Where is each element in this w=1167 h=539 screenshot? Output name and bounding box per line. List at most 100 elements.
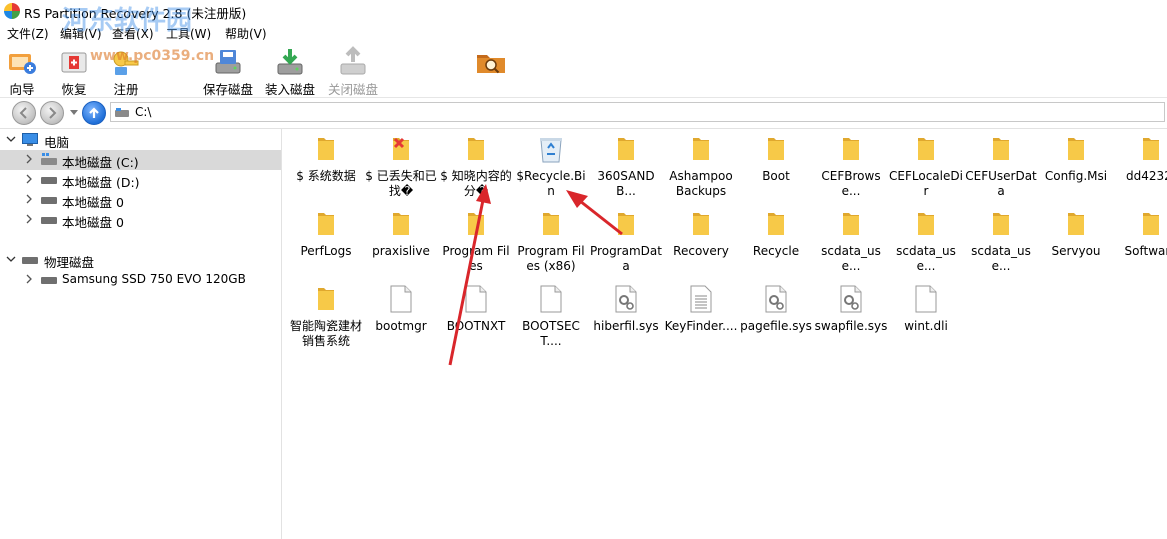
file-item[interactable]: scdata_use...	[964, 206, 1038, 274]
file-item[interactable]: $Recycle.Bin	[514, 131, 588, 199]
tree-item-computer[interactable]: 电脑	[0, 130, 281, 150]
tree-item-physical[interactable]: 物理磁盘	[0, 250, 281, 270]
chevron-right-icon[interactable]	[24, 154, 34, 164]
file-item[interactable]: scdata_use...	[889, 206, 963, 274]
file-item[interactable]: Boot	[739, 131, 813, 184]
tree-item-local-c[interactable]: 本地磁盘 (C:)	[0, 150, 281, 170]
tree-item-local-0b[interactable]: 本地磁盘 0	[0, 210, 281, 230]
file-item[interactable]: swapfile.sys	[814, 281, 888, 334]
file-item[interactable]: Recovery	[664, 206, 738, 259]
file-item[interactable]: bootmgr	[364, 281, 438, 334]
address-bar: C:\	[0, 98, 1167, 129]
chevron-down-icon[interactable]	[6, 254, 16, 264]
menu-help[interactable]: 帮助(V)	[225, 25, 267, 42]
file-item[interactable]: CEFBrowse...	[814, 131, 888, 199]
folder-icon	[1068, 138, 1084, 160]
file-name: bootmgr	[375, 319, 427, 333]
file-item[interactable]: CEFUserData	[964, 131, 1038, 199]
drive-icon	[41, 177, 57, 184]
file-item[interactable]: $ 已丢失和已找�	[364, 131, 438, 199]
wizard-button[interactable]: 向导	[4, 44, 40, 97]
file-icon-wrap	[964, 206, 1038, 242]
file-item[interactable]: $ 知晓内容的分�	[439, 131, 513, 199]
file-item[interactable]: wint.dli	[889, 281, 963, 334]
drive-icon	[115, 108, 129, 117]
file-item[interactable]: Recycle	[739, 206, 813, 259]
file-name: CEFUserData	[965, 169, 1037, 198]
file-icon-wrap	[739, 281, 813, 317]
file-item[interactable]: PerfLogs	[289, 206, 363, 259]
system-file-icon	[840, 285, 862, 313]
address-input[interactable]: C:\	[110, 102, 1165, 122]
folder-icon	[318, 138, 334, 160]
menu-file[interactable]: 文件(Z)	[7, 25, 49, 42]
file-item[interactable]: scdata_use...	[814, 206, 888, 274]
close-disk-label: 关闭磁盘	[327, 82, 378, 97]
file-item[interactable]: hiberfil.sys	[589, 281, 663, 334]
file-name: Program Files (x86)	[517, 244, 585, 273]
up-button[interactable]	[82, 101, 106, 125]
file-item[interactable]: CEFLocaleDir	[889, 131, 963, 199]
file-item[interactable]: ProgramData	[589, 206, 663, 274]
close-disk-button[interactable]: 关闭磁盘	[324, 44, 382, 97]
tree-item-local-0a[interactable]: 本地磁盘 0	[0, 190, 281, 210]
file-name: PerfLogs	[300, 244, 352, 258]
file-item[interactable]: $ 系统数据	[289, 131, 363, 184]
file-icon-wrap	[1114, 131, 1167, 167]
file-item[interactable]: KeyFinder....	[664, 281, 738, 334]
forward-button[interactable]	[40, 101, 64, 125]
file-item[interactable]: BOOTSECT....	[514, 281, 588, 349]
file-item[interactable]: Software	[1114, 206, 1167, 259]
file-item[interactable]: Ashampoo Backups	[664, 131, 738, 199]
mount-disk-button[interactable]: 装入磁盘	[262, 44, 318, 97]
file-item[interactable]: pagefile.sys	[739, 281, 813, 334]
file-icon-wrap	[814, 131, 888, 167]
history-dropdown-icon[interactable]	[70, 110, 78, 115]
file-item[interactable]: Program Files (x86)	[514, 206, 588, 274]
file-icon-wrap	[514, 281, 588, 317]
file-icon-wrap	[514, 206, 588, 242]
chevron-right-icon[interactable]	[24, 194, 34, 204]
file-name: $ 知晓内容的分�	[440, 169, 512, 198]
tree-item-local-d[interactable]: 本地磁盘 (D:)	[0, 170, 281, 190]
folder-icon	[843, 213, 859, 235]
folder-icon	[468, 213, 484, 235]
file-item[interactable]: 智能陶瓷建材销售系统	[289, 281, 363, 349]
file-name: BOOTNXT	[446, 319, 506, 333]
restore-label: 恢复	[61, 82, 87, 97]
file-icon-wrap	[664, 206, 738, 242]
folder-icon	[693, 138, 709, 160]
file-name: Recovery	[673, 244, 729, 258]
file-item[interactable]: Servyou	[1039, 206, 1113, 259]
app-logo-icon	[4, 3, 20, 19]
system-drive-icon	[41, 153, 57, 165]
drive-icon	[41, 277, 57, 284]
chevron-right-icon[interactable]	[24, 274, 34, 284]
back-arrow-icon	[19, 107, 27, 119]
tree-label-physical: 物理磁盘	[44, 255, 95, 270]
file-item[interactable]: praxislive	[364, 206, 438, 259]
file-icon-wrap	[289, 131, 363, 167]
file-icon-wrap	[664, 131, 738, 167]
file-item[interactable]: Config.Msi	[1039, 131, 1113, 184]
file-grid: $ 系统数据 $ 已丢失和已找� $ 知晓内容的分� $Recycle.Bin …	[282, 129, 1167, 539]
folder-icon	[918, 213, 934, 235]
chevron-right-icon[interactable]	[24, 174, 34, 184]
close-disk-icon	[340, 46, 366, 75]
chevron-right-icon[interactable]	[24, 214, 34, 224]
file-item[interactable]: 360SANDB...	[589, 131, 663, 199]
file-item[interactable]: Program Files	[439, 206, 513, 274]
file-name: $ 已丢失和已找�	[365, 169, 437, 198]
restore-button[interactable]: 恢复	[56, 44, 92, 97]
folder-icon	[993, 213, 1009, 235]
file-icon-wrap	[889, 281, 963, 317]
tree-item-ssd[interactable]: Samsung SSD 750 EVO 120GB	[0, 270, 281, 290]
file-item[interactable]: BOOTNXT	[439, 281, 513, 334]
search-button[interactable]	[474, 44, 508, 96]
file-name: Boot	[762, 169, 790, 183]
file-item[interactable]: dd4232f	[1114, 131, 1167, 184]
file-icon	[540, 285, 562, 313]
chevron-down-icon[interactable]	[6, 134, 16, 144]
folder-icon	[1143, 213, 1159, 235]
back-button[interactable]	[12, 101, 36, 125]
